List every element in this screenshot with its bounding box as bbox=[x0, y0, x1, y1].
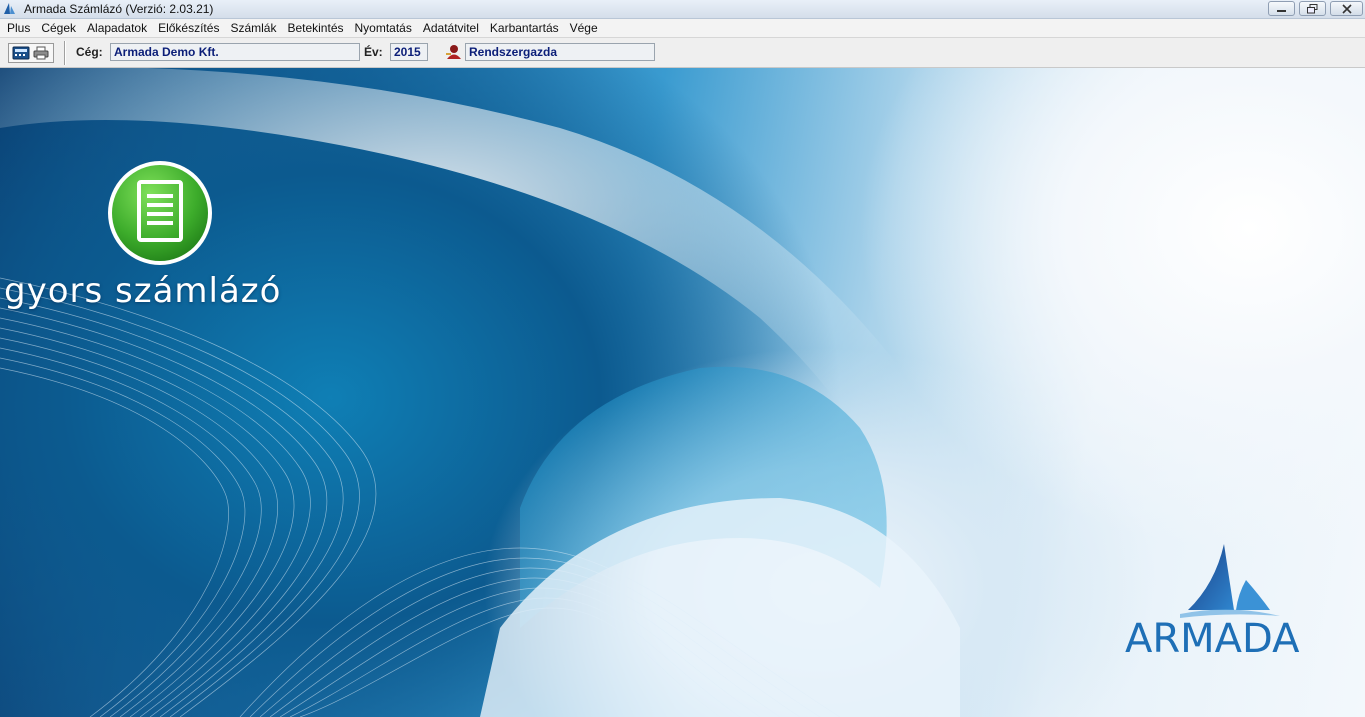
toolbar-separator bbox=[64, 41, 66, 65]
menu-szamlak[interactable]: Számlák bbox=[227, 19, 282, 38]
company-field[interactable]: Armada Demo Kft. bbox=[110, 43, 360, 61]
restore-icon bbox=[1307, 4, 1318, 14]
menu-betekintes[interactable]: Betekintés bbox=[284, 19, 349, 38]
menu-cegek[interactable]: Cégek bbox=[38, 19, 82, 38]
toolbar: Cég: Armada Demo Kft. Év: 2015 Rendszerg… bbox=[0, 38, 1365, 68]
year-label: Év: bbox=[364, 45, 383, 59]
calculator-icon bbox=[12, 46, 30, 60]
minimize-icon bbox=[1277, 10, 1286, 12]
year-field[interactable]: 2015 bbox=[390, 43, 428, 61]
menu-karbantartas[interactable]: Karbantartás bbox=[487, 19, 565, 38]
print-button[interactable] bbox=[32, 46, 50, 60]
desktop-background: gyors számlázó ARMADA bbox=[0, 68, 1365, 717]
menu-alapadatok[interactable]: Alapadatok bbox=[84, 19, 153, 38]
menu-plus[interactable]: Plus bbox=[4, 19, 36, 38]
menu-nyomtatas[interactable]: Nyomtatás bbox=[352, 19, 418, 38]
printer-icon bbox=[33, 46, 49, 60]
menu-adatatvitel[interactable]: Adatátvitel bbox=[420, 19, 485, 38]
toolbar-button-group bbox=[8, 43, 54, 63]
restore-button[interactable] bbox=[1299, 1, 1326, 16]
menu-bar: Plus Cégek Alapadatok Előkészítés Számlá… bbox=[0, 19, 1365, 38]
close-icon bbox=[1342, 4, 1352, 14]
close-button[interactable] bbox=[1330, 1, 1363, 16]
brand-title: gyors számlázó bbox=[4, 271, 282, 311]
armada-logo-text: ARMADA bbox=[1125, 616, 1300, 662]
user-field[interactable]: Rendszergazda bbox=[465, 43, 655, 61]
calculator-button[interactable] bbox=[12, 46, 30, 60]
menu-vege[interactable]: Vége bbox=[567, 19, 604, 38]
user-icon bbox=[446, 45, 461, 59]
company-label: Cég: bbox=[76, 45, 103, 59]
menu-elokeszites[interactable]: Előkészítés bbox=[155, 19, 225, 38]
minimize-button[interactable] bbox=[1268, 1, 1295, 16]
armada-sail-icon bbox=[4, 3, 15, 14]
title-bar[interactable]: Armada Számlázó (Verzió: 2.03.21) bbox=[0, 0, 1365, 19]
document-icon[interactable] bbox=[105, 158, 215, 268]
window-title: Armada Számlázó (Verzió: 2.03.21) bbox=[24, 2, 214, 16]
